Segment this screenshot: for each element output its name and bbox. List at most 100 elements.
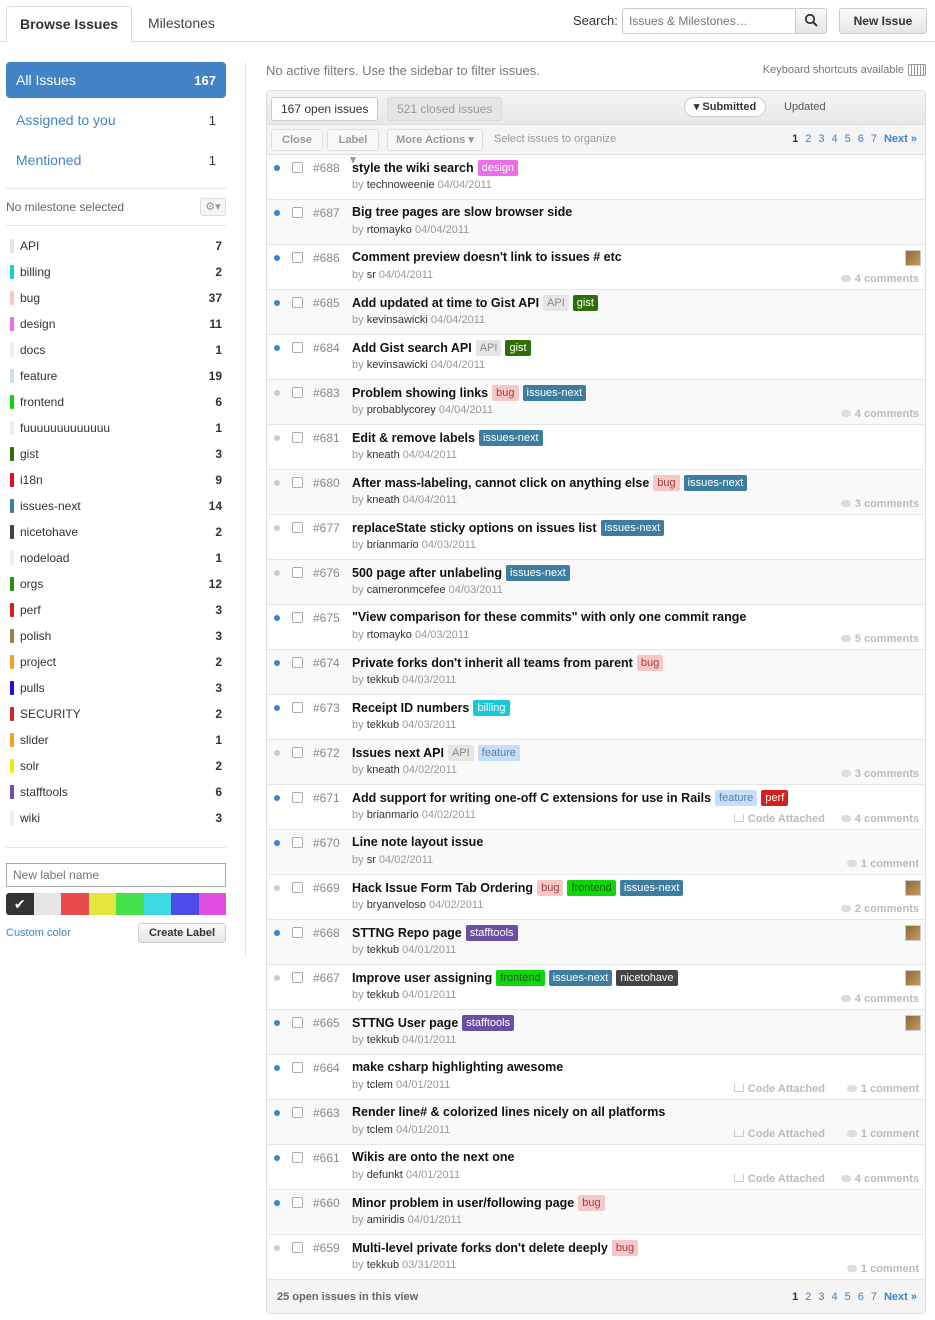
next-page-link[interactable]: Next »	[884, 1291, 917, 1303]
page-link-3[interactable]: 3	[818, 133, 824, 145]
issue-checkbox[interactable]	[292, 207, 303, 218]
issue-number[interactable]: #681	[313, 431, 340, 445]
issue-title[interactable]: "View comparison for these commits" with…	[352, 610, 746, 624]
issue-title[interactable]: Big tree pages are slow browser side	[352, 205, 572, 219]
sidebar-label-security[interactable]: SECURITY 2	[6, 701, 226, 727]
issue-number[interactable]: #688	[313, 161, 340, 175]
issue-label-bug[interactable]: bug	[636, 655, 664, 671]
issue-title[interactable]: Add Gist search API	[352, 341, 472, 355]
page-link-4[interactable]: 4	[831, 133, 837, 145]
issue-checkbox[interactable]	[292, 972, 303, 983]
issue-label-api[interactable]: API	[543, 295, 569, 311]
issue-checkbox[interactable]	[292, 522, 303, 533]
issue-label-issues-next[interactable]: issues-next	[478, 430, 543, 446]
issue-row[interactable]: #667 Improve user assigning frontend issues…	[267, 965, 925, 1010]
issue-label-feature[interactable]: feature	[477, 745, 520, 761]
issue-row[interactable]: #683 Problem showing links bug issues-next b…	[267, 380, 925, 425]
page-link-7[interactable]: 7	[871, 133, 877, 145]
issue-author[interactable]: technoweenie	[367, 179, 435, 191]
issue-row[interactable]: #661 Wikis are onto the next one by defunk…	[267, 1145, 925, 1190]
issue-row[interactable]: #671 Add support for writing one-off C ex…	[267, 785, 925, 830]
issue-row[interactable]: #684 Add Gist search API API gist by kevinsa…	[267, 335, 925, 380]
page-link-4[interactable]: 4	[831, 1291, 837, 1303]
milestone-selector[interactable]: No milestone selected ⚙▾	[6, 188, 226, 226]
sidebar-label-design[interactable]: design 11	[6, 311, 226, 337]
comment-count[interactable]: 4 comments	[840, 1173, 919, 1185]
issue-checkbox[interactable]	[292, 612, 303, 623]
issue-label-api[interactable]: API	[475, 340, 502, 356]
issue-title[interactable]: STTNG Repo page	[352, 926, 462, 940]
issue-number[interactable]: #667	[313, 971, 340, 985]
issue-label-nicetohave[interactable]: nicetohave	[616, 970, 678, 986]
issue-label-perf[interactable]: perf	[761, 790, 789, 806]
issue-label-bug[interactable]: bug	[537, 880, 564, 896]
issue-checkbox[interactable]	[292, 702, 303, 713]
issue-checkbox[interactable]	[292, 252, 303, 263]
issue-label-bug[interactable]: bug	[578, 1195, 605, 1211]
issue-title[interactable]: Receipt ID numbers	[352, 701, 469, 715]
issue-label-bug[interactable]: bug	[492, 385, 519, 401]
issue-author[interactable]: rtomayko	[367, 629, 412, 641]
comment-count[interactable]: 4 comments	[840, 993, 919, 1005]
issue-number[interactable]: #675	[313, 611, 340, 625]
issue-title[interactable]: style the wiki search	[352, 161, 474, 175]
issue-checkbox[interactable]	[292, 927, 303, 938]
comment-count[interactable]: 5 comments	[840, 633, 919, 645]
color-swatch[interactable]	[61, 893, 89, 915]
issue-label-bug[interactable]: bug	[653, 475, 680, 491]
issue-row[interactable]: #676 500 page after unlabeling issues-next…	[267, 560, 925, 605]
issue-row[interactable]: #685 Add updated at time to Gist API API gi…	[267, 290, 925, 335]
issue-number[interactable]: #665	[313, 1016, 340, 1030]
new-issue-button[interactable]: New Issue	[839, 8, 927, 34]
issue-label-issues-next[interactable]: issues-next	[522, 385, 587, 401]
issue-checkbox[interactable]	[292, 882, 303, 893]
issue-title[interactable]: After mass-labeling, cannot click on any…	[352, 476, 649, 490]
issue-checkbox[interactable]	[292, 432, 303, 443]
issue-checkbox[interactable]	[292, 792, 303, 803]
issue-author[interactable]: tclem	[367, 1124, 393, 1136]
issue-number[interactable]: #686	[313, 251, 340, 265]
search-button[interactable]	[795, 8, 827, 34]
sidebar-label-wiki[interactable]: wiki 3	[6, 805, 226, 831]
issue-title[interactable]: make csharp highlighting awesome	[352, 1060, 563, 1074]
color-swatch[interactable]	[33, 893, 61, 915]
issue-row[interactable]: #664 make csharp highlighting awesome by t…	[267, 1055, 925, 1100]
sidebar-label-fuuuuuuuuuuuuu[interactable]: fuuuuuuuuuuuuu 1	[6, 415, 226, 441]
issue-row[interactable]: #672 Issues next API API feature by kneath 0…	[267, 740, 925, 785]
filter-mentioned[interactable]: Mentioned 1	[6, 140, 226, 180]
sidebar-label-feature[interactable]: feature 19	[6, 363, 226, 389]
issue-checkbox[interactable]	[292, 1017, 303, 1028]
issue-label-gist[interactable]: gist	[572, 295, 598, 311]
issue-author[interactable]: kneath	[367, 449, 400, 461]
more-actions-dropdown[interactable]: More Actions ▾	[387, 129, 483, 151]
issue-author[interactable]: tekkub	[367, 719, 399, 731]
issue-number[interactable]: #677	[313, 521, 340, 535]
tab-browse-issues[interactable]: Browse Issues	[6, 6, 132, 42]
issue-author[interactable]: brianmario	[367, 809, 419, 821]
issue-checkbox[interactable]	[292, 567, 303, 578]
custom-color-link[interactable]: Custom color	[6, 927, 71, 939]
issue-row[interactable]: #673 Receipt ID numbers billing by tekkub 0…	[267, 695, 925, 740]
sidebar-label-project[interactable]: project 2	[6, 649, 226, 675]
issue-title[interactable]: Hack Issue Form Tab Ordering	[352, 881, 533, 895]
issue-title[interactable]: Comment preview doesn't link to issues #…	[352, 250, 622, 264]
sidebar-label-bug[interactable]: bug 37	[6, 285, 226, 311]
issue-author[interactable]: kneath	[367, 764, 400, 776]
issue-row[interactable]: #663 Render line# & colorized lines nicel…	[267, 1100, 925, 1145]
issue-author[interactable]: tekkub	[367, 674, 399, 686]
issue-title[interactable]: 500 page after unlabeling	[352, 566, 502, 580]
issue-author[interactable]: probablycorey	[367, 404, 436, 416]
filter-assigned-to-you[interactable]: Assigned to you 1	[6, 100, 226, 140]
issue-title[interactable]: STTNG User page	[352, 1016, 458, 1030]
issue-author[interactable]: sr	[367, 854, 376, 866]
comment-count[interactable]: 4 comments	[840, 408, 919, 420]
issue-checkbox[interactable]	[292, 162, 303, 173]
issue-number[interactable]: #683	[313, 386, 340, 400]
issue-number[interactable]: #685	[313, 296, 340, 310]
issue-checkbox[interactable]	[292, 1107, 303, 1118]
page-link-5[interactable]: 5	[845, 1291, 851, 1303]
issue-author[interactable]: amiridis	[367, 1214, 405, 1226]
sidebar-label-issues-next[interactable]: issues-next 14	[6, 493, 226, 519]
issue-row[interactable]: #688 style the wiki search design by techno…	[267, 155, 925, 200]
issue-row[interactable]: #670 Line note layout issue by sr 04/02/20…	[267, 830, 925, 875]
